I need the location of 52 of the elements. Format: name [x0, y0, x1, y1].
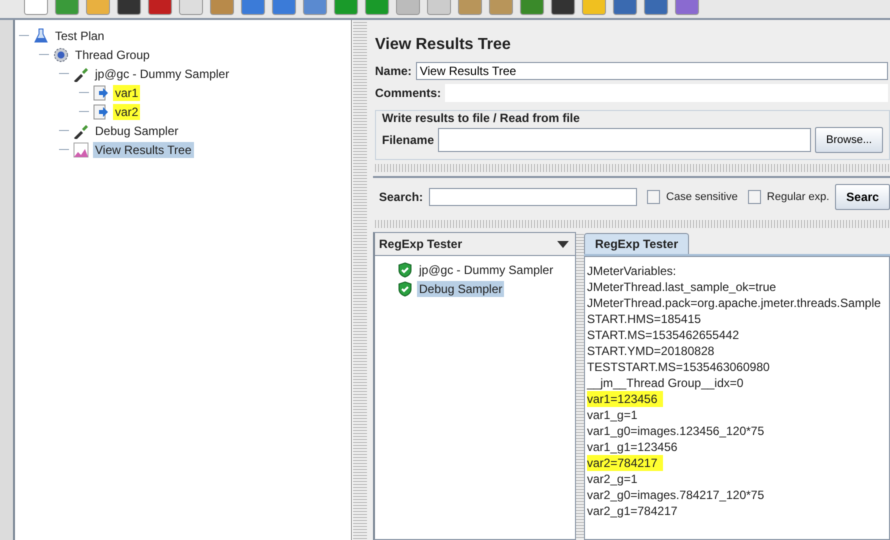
arrow-page-icon [93, 104, 109, 120]
checkbox-label: Regular exp. [766, 191, 830, 203]
renderer-dropdown[interactable]: RegExp Tester [375, 233, 575, 256]
output-line: JMeterThread.pack=org.apache.jmeter.threads.Sample [587, 295, 882, 311]
splitter[interactable] [352, 20, 367, 540]
panel-title: View Results Tree [374, 35, 512, 55]
output-line: __jm__Thread Group__idx=0 [587, 375, 744, 391]
search-button[interactable]: Searc [835, 184, 890, 210]
output-line: JMeterVariables: [587, 263, 678, 279]
tree-item[interactable]: View Results Tree [93, 142, 194, 158]
tab[interactable]: RegExp Tester [584, 233, 690, 254]
output-line: var2_g1=784217 [587, 503, 678, 519]
gear-icon [53, 46, 69, 62]
filename-field[interactable] [438, 128, 812, 152]
caret-icon [557, 240, 569, 248]
comments-label: Comments: [375, 86, 442, 100]
checkbox[interactable] [748, 190, 761, 204]
tree-item[interactable]: jp@gc - Dummy Sampler [93, 66, 232, 82]
output-line: var1_g=1 [587, 407, 638, 423]
output-line: TESTSTART.MS=1535463060980 [587, 359, 771, 375]
name-label: Name: [375, 64, 412, 78]
dropper-icon [73, 66, 89, 82]
shield-check-icon [397, 280, 413, 296]
output-line: START.MS=1535462655442 [587, 327, 740, 343]
tree-item[interactable]: var1 [113, 84, 140, 100]
output-line: START.HMS=185415 [587, 311, 702, 327]
chart-icon [73, 142, 89, 158]
result-item[interactable]: Debug Sampler [417, 280, 504, 296]
output-line: var2_g0=images.784217_120*75 [587, 487, 766, 503]
tree-item[interactable]: Thread Group [73, 46, 152, 62]
dropper-icon [73, 122, 89, 138]
result-item[interactable]: jp@gc - Dummy Sampler [417, 262, 556, 278]
tree-item[interactable]: Test Plan [53, 28, 106, 44]
search-label: Search: [379, 190, 424, 204]
splitter[interactable] [576, 232, 584, 540]
checkbox[interactable] [646, 190, 660, 204]
group-legend: Write results to file / Read from file [380, 111, 582, 125]
output-line: START.YMD=20180828 [587, 343, 716, 359]
search-field[interactable] [429, 188, 637, 206]
filename-label: Filename [382, 133, 434, 147]
shield-check-icon [397, 262, 413, 278]
output-line: var1_g1=123456 [587, 439, 678, 455]
browse-button[interactable]: Browse... [815, 127, 883, 153]
name-field[interactable]: View Results Tree [416, 62, 888, 80]
output-line: JMeterThread.last_sample_ok=true [587, 279, 778, 295]
tree-item[interactable]: Debug Sampler [93, 122, 180, 138]
tree-item[interactable]: var2 [113, 104, 140, 120]
output-line: var1_g0=images.123456_120*75 [587, 423, 766, 439]
output-line: var2_g=1 [587, 471, 638, 487]
arrow-page-icon [93, 84, 109, 100]
checkbox-label: Case sensitive [666, 191, 738, 203]
flask-icon [33, 28, 49, 44]
